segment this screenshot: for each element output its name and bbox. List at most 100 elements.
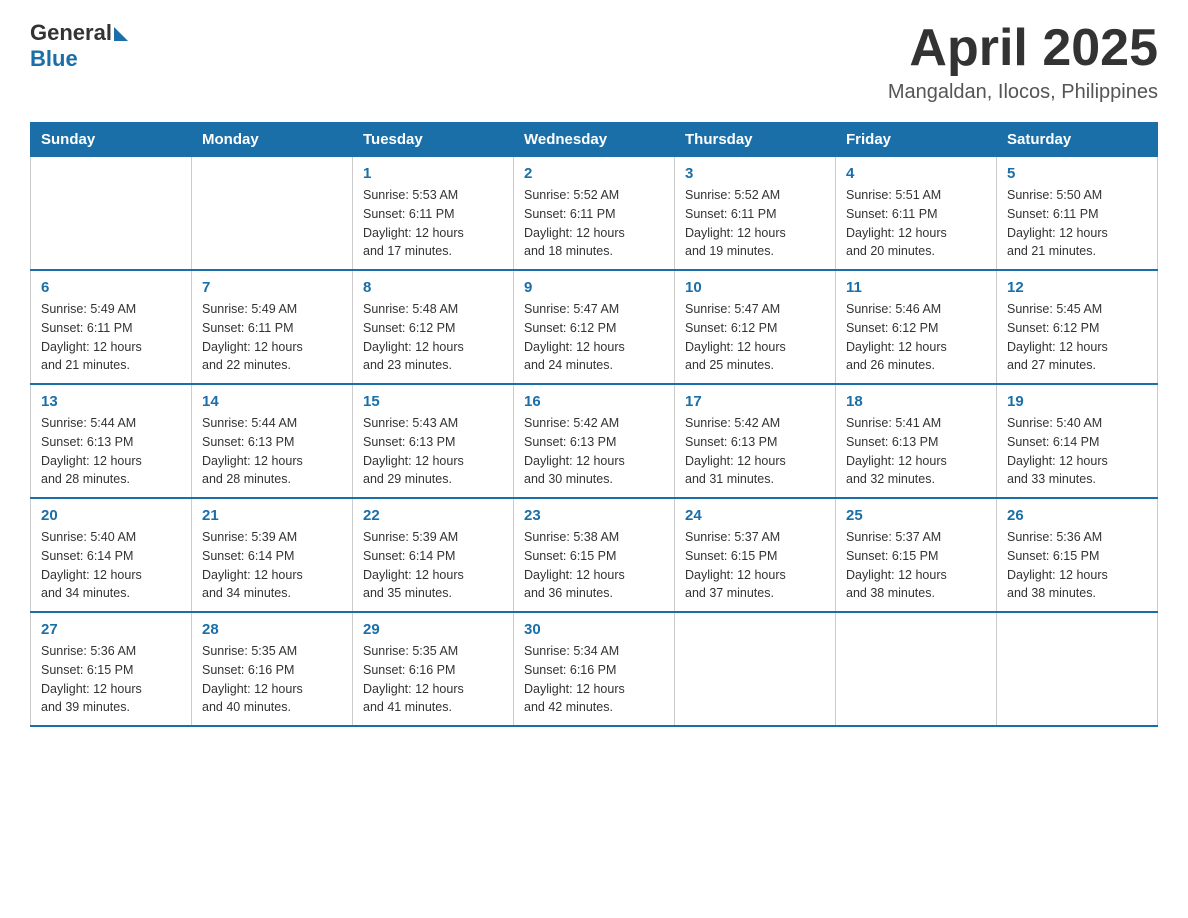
calendar-cell: 17 Sunrise: 5:42 AM Sunset: 6:13 PM Dayli… bbox=[675, 384, 836, 498]
title-area: April 2025 Mangaldan, Ilocos, Philippine… bbox=[888, 20, 1158, 104]
logo-blue-text: Blue bbox=[30, 46, 78, 72]
logo: General Blue bbox=[30, 20, 128, 72]
calendar-cell bbox=[192, 157, 353, 271]
calendar-week-row: 1 Sunrise: 5:53 AM Sunset: 6:11 PM Daylig… bbox=[31, 157, 1158, 271]
day-number: 21 bbox=[202, 507, 342, 524]
weekday-header-thursday: Thursday bbox=[675, 123, 836, 157]
day-info: Sunrise: 5:39 AM Sunset: 6:14 PM Dayligh… bbox=[363, 528, 503, 603]
weekday-header-sunday: Sunday bbox=[31, 123, 192, 157]
day-number: 9 bbox=[524, 279, 664, 296]
weekday-header-monday: Monday bbox=[192, 123, 353, 157]
day-info: Sunrise: 5:52 AM Sunset: 6:11 PM Dayligh… bbox=[524, 186, 664, 261]
calendar-cell bbox=[836, 612, 997, 726]
calendar-cell: 30 Sunrise: 5:34 AM Sunset: 6:16 PM Dayli… bbox=[514, 612, 675, 726]
day-number: 18 bbox=[846, 393, 986, 410]
day-info: Sunrise: 5:34 AM Sunset: 6:16 PM Dayligh… bbox=[524, 642, 664, 717]
day-number: 22 bbox=[363, 507, 503, 524]
day-number: 13 bbox=[41, 393, 181, 410]
day-number: 16 bbox=[524, 393, 664, 410]
day-number: 27 bbox=[41, 621, 181, 638]
calendar-cell: 27 Sunrise: 5:36 AM Sunset: 6:15 PM Dayli… bbox=[31, 612, 192, 726]
calendar-week-row: 13 Sunrise: 5:44 AM Sunset: 6:13 PM Dayli… bbox=[31, 384, 1158, 498]
location-subtitle: Mangaldan, Ilocos, Philippines bbox=[888, 81, 1158, 104]
weekday-header-saturday: Saturday bbox=[997, 123, 1158, 157]
day-info: Sunrise: 5:51 AM Sunset: 6:11 PM Dayligh… bbox=[846, 186, 986, 261]
logo-general-text: General bbox=[30, 20, 112, 46]
day-number: 17 bbox=[685, 393, 825, 410]
day-info: Sunrise: 5:42 AM Sunset: 6:13 PM Dayligh… bbox=[685, 414, 825, 489]
calendar-cell: 21 Sunrise: 5:39 AM Sunset: 6:14 PM Dayli… bbox=[192, 498, 353, 612]
day-number: 24 bbox=[685, 507, 825, 524]
calendar-cell: 19 Sunrise: 5:40 AM Sunset: 6:14 PM Dayli… bbox=[997, 384, 1158, 498]
day-info: Sunrise: 5:35 AM Sunset: 6:16 PM Dayligh… bbox=[363, 642, 503, 717]
calendar-header: SundayMondayTuesdayWednesdayThursdayFrid… bbox=[31, 123, 1158, 157]
day-info: Sunrise: 5:47 AM Sunset: 6:12 PM Dayligh… bbox=[524, 300, 664, 375]
day-number: 3 bbox=[685, 165, 825, 182]
day-number: 4 bbox=[846, 165, 986, 182]
day-info: Sunrise: 5:39 AM Sunset: 6:14 PM Dayligh… bbox=[202, 528, 342, 603]
day-info: Sunrise: 5:40 AM Sunset: 6:14 PM Dayligh… bbox=[1007, 414, 1147, 489]
calendar-cell: 8 Sunrise: 5:48 AM Sunset: 6:12 PM Daylig… bbox=[353, 270, 514, 384]
calendar-cell: 2 Sunrise: 5:52 AM Sunset: 6:11 PM Daylig… bbox=[514, 157, 675, 271]
day-number: 8 bbox=[363, 279, 503, 296]
calendar-week-row: 20 Sunrise: 5:40 AM Sunset: 6:14 PM Dayli… bbox=[31, 498, 1158, 612]
month-title: April 2025 bbox=[888, 20, 1158, 77]
day-info: Sunrise: 5:38 AM Sunset: 6:15 PM Dayligh… bbox=[524, 528, 664, 603]
day-number: 11 bbox=[846, 279, 986, 296]
day-number: 20 bbox=[41, 507, 181, 524]
day-info: Sunrise: 5:48 AM Sunset: 6:12 PM Dayligh… bbox=[363, 300, 503, 375]
day-number: 19 bbox=[1007, 393, 1147, 410]
weekday-header-friday: Friday bbox=[836, 123, 997, 157]
day-info: Sunrise: 5:42 AM Sunset: 6:13 PM Dayligh… bbox=[524, 414, 664, 489]
day-number: 25 bbox=[846, 507, 986, 524]
day-number: 1 bbox=[363, 165, 503, 182]
day-number: 26 bbox=[1007, 507, 1147, 524]
page-header: General Blue April 2025 Mangaldan, Iloco… bbox=[30, 20, 1158, 104]
calendar-cell bbox=[675, 612, 836, 726]
day-number: 5 bbox=[1007, 165, 1147, 182]
day-info: Sunrise: 5:37 AM Sunset: 6:15 PM Dayligh… bbox=[685, 528, 825, 603]
calendar-week-row: 6Sunrise: 5:49 AM Sunset: 6:11 PM Daylig… bbox=[31, 270, 1158, 384]
day-info: Sunrise: 5:35 AM Sunset: 6:16 PM Dayligh… bbox=[202, 642, 342, 717]
calendar-cell: 20 Sunrise: 5:40 AM Sunset: 6:14 PM Dayli… bbox=[31, 498, 192, 612]
calendar-cell: 14Sunrise: 5:44 AM Sunset: 6:13 PM Dayli… bbox=[192, 384, 353, 498]
calendar-cell: 12Sunrise: 5:45 AM Sunset: 6:12 PM Dayli… bbox=[997, 270, 1158, 384]
day-info: Sunrise: 5:50 AM Sunset: 6:11 PM Dayligh… bbox=[1007, 186, 1147, 261]
calendar-cell: 22 Sunrise: 5:39 AM Sunset: 6:14 PM Dayli… bbox=[353, 498, 514, 612]
day-number: 23 bbox=[524, 507, 664, 524]
calendar-cell: 1 Sunrise: 5:53 AM Sunset: 6:11 PM Daylig… bbox=[353, 157, 514, 271]
day-number: 15 bbox=[363, 393, 503, 410]
day-number: 7 bbox=[202, 279, 342, 296]
calendar-cell: 11 Sunrise: 5:46 AM Sunset: 6:12 PM Dayli… bbox=[836, 270, 997, 384]
calendar-week-row: 27 Sunrise: 5:36 AM Sunset: 6:15 PM Dayli… bbox=[31, 612, 1158, 726]
calendar-cell: 18 Sunrise: 5:41 AM Sunset: 6:13 PM Dayli… bbox=[836, 384, 997, 498]
calendar-cell: 29Sunrise: 5:35 AM Sunset: 6:16 PM Dayli… bbox=[353, 612, 514, 726]
calendar-cell: 10Sunrise: 5:47 AM Sunset: 6:12 PM Dayli… bbox=[675, 270, 836, 384]
day-info: Sunrise: 5:41 AM Sunset: 6:13 PM Dayligh… bbox=[846, 414, 986, 489]
calendar-table: SundayMondayTuesdayWednesdayThursdayFrid… bbox=[30, 122, 1158, 727]
calendar-cell bbox=[31, 157, 192, 271]
day-info: Sunrise: 5:46 AM Sunset: 6:12 PM Dayligh… bbox=[846, 300, 986, 375]
weekday-header-wednesday: Wednesday bbox=[514, 123, 675, 157]
calendar-cell: 15 Sunrise: 5:43 AM Sunset: 6:13 PM Dayli… bbox=[353, 384, 514, 498]
day-info: Sunrise: 5:36 AM Sunset: 6:15 PM Dayligh… bbox=[41, 642, 181, 717]
weekday-header-tuesday: Tuesday bbox=[353, 123, 514, 157]
day-info: Sunrise: 5:44 AM Sunset: 6:13 PM Dayligh… bbox=[41, 414, 181, 489]
day-number: 2 bbox=[524, 165, 664, 182]
calendar-cell: 28Sunrise: 5:35 AM Sunset: 6:16 PM Dayli… bbox=[192, 612, 353, 726]
day-info: Sunrise: 5:36 AM Sunset: 6:15 PM Dayligh… bbox=[1007, 528, 1147, 603]
calendar-body: 1 Sunrise: 5:53 AM Sunset: 6:11 PM Daylig… bbox=[31, 157, 1158, 727]
logo-triangle-icon bbox=[114, 27, 128, 41]
day-info: Sunrise: 5:44 AM Sunset: 6:13 PM Dayligh… bbox=[202, 414, 342, 489]
calendar-cell: 6Sunrise: 5:49 AM Sunset: 6:11 PM Daylig… bbox=[31, 270, 192, 384]
calendar-cell: 23 Sunrise: 5:38 AM Sunset: 6:15 PM Dayli… bbox=[514, 498, 675, 612]
day-info: Sunrise: 5:40 AM Sunset: 6:14 PM Dayligh… bbox=[41, 528, 181, 603]
day-info: Sunrise: 5:53 AM Sunset: 6:11 PM Dayligh… bbox=[363, 186, 503, 261]
day-info: Sunrise: 5:49 AM Sunset: 6:11 PM Dayligh… bbox=[41, 300, 181, 375]
day-number: 30 bbox=[524, 621, 664, 638]
day-info: Sunrise: 5:52 AM Sunset: 6:11 PM Dayligh… bbox=[685, 186, 825, 261]
calendar-cell: 4 Sunrise: 5:51 AM Sunset: 6:11 PM Daylig… bbox=[836, 157, 997, 271]
weekday-header-row: SundayMondayTuesdayWednesdayThursdayFrid… bbox=[31, 123, 1158, 157]
day-number: 12 bbox=[1007, 279, 1147, 296]
day-info: Sunrise: 5:43 AM Sunset: 6:13 PM Dayligh… bbox=[363, 414, 503, 489]
